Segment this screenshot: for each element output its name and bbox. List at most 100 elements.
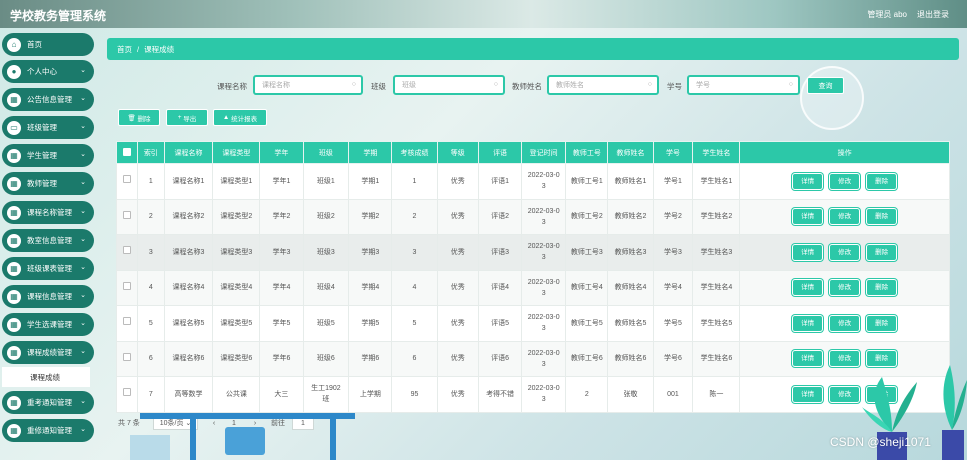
table-cell: 评语3 bbox=[477, 234, 523, 271]
sidebar-item-14[interactable]: ▦ 重修通知管理 ⌄ bbox=[2, 419, 94, 442]
sidebar-item-label: 课程名称管理 bbox=[27, 208, 72, 217]
sidebar-item-7[interactable]: ▦ 教室信息管理 ⌄ bbox=[2, 229, 94, 252]
sidebar-item-9[interactable]: ▦ 课程信息管理 ⌄ bbox=[2, 285, 94, 308]
export-button[interactable]: + 导出 bbox=[166, 109, 208, 126]
row-checkbox[interactable] bbox=[123, 175, 132, 184]
delete-button[interactable]: 删除 bbox=[866, 279, 898, 297]
sidebar-item-11[interactable]: ▦ 课程成绩管理 ⌄ bbox=[2, 341, 94, 364]
breadcrumb: 首页 / 课程成绩 bbox=[107, 38, 959, 60]
edit-button[interactable]: 修改 bbox=[829, 350, 861, 368]
sidebar-subitem-course-scores[interactable]: 课程成绩 bbox=[2, 367, 90, 387]
plant-illustration bbox=[942, 365, 967, 460]
sidebar-item-label: 班级课表管理 bbox=[27, 264, 72, 273]
sidebar-item-8[interactable]: ▦ 班级课表管理 ⌄ bbox=[2, 257, 94, 280]
edit-button[interactable]: 修改 bbox=[829, 243, 861, 261]
detail-button[interactable]: 详情 bbox=[792, 385, 824, 403]
grid-icon: ▦ bbox=[7, 261, 21, 276]
row-checkbox[interactable] bbox=[123, 388, 132, 397]
delete-button[interactable]: 删除 bbox=[866, 208, 898, 226]
row-checkbox[interactable] bbox=[123, 352, 132, 361]
grid-icon: ▦ bbox=[7, 289, 21, 304]
detail-button[interactable]: 详情 bbox=[792, 208, 824, 226]
row-actions: 详情修改删除 bbox=[739, 198, 950, 235]
breadcrumb-home[interactable]: 首页 bbox=[117, 44, 132, 55]
delete-button[interactable]: 删除 bbox=[866, 243, 898, 261]
stats-report-button[interactable]: ▲ 统计报表 bbox=[213, 109, 267, 126]
row-actions: 详情修改删除 bbox=[739, 234, 950, 271]
detail-button[interactable]: 详情 bbox=[792, 350, 824, 368]
batch-delete-button[interactable]: 🗑 删除 bbox=[118, 109, 160, 126]
sidebar-item-label: 课程成绩管理 bbox=[27, 348, 72, 357]
column-header: 操作 bbox=[739, 141, 950, 164]
button-label: 统计报表 bbox=[231, 115, 258, 123]
table-cell: 课程类型5 bbox=[212, 305, 261, 342]
edit-button[interactable]: 修改 bbox=[829, 208, 861, 226]
table-cell: 课程名称4 bbox=[163, 269, 214, 306]
detail-button[interactable]: 详情 bbox=[792, 172, 824, 190]
sidebar-item-6[interactable]: ▦ 课程名称管理 ⌄ bbox=[2, 201, 94, 224]
placeholder-text: 课程名称 bbox=[262, 82, 290, 89]
table-cell: 学生姓名3 bbox=[692, 234, 741, 271]
table-cell: 学号5 bbox=[652, 305, 694, 342]
search-input-student-id[interactable]: 学号 ○ bbox=[687, 75, 800, 95]
delete-button[interactable]: 删除 bbox=[866, 350, 898, 368]
search-button[interactable]: 查询 bbox=[807, 77, 844, 94]
search-label-teacher: 教师姓名 bbox=[512, 82, 542, 91]
sidebar-item-3[interactable]: ▭ 班级管理 ⌄ bbox=[2, 116, 94, 139]
edit-button[interactable]: 修改 bbox=[829, 314, 861, 332]
table-cell: 学生姓名5 bbox=[692, 305, 741, 342]
grid-icon: ▦ bbox=[7, 317, 21, 332]
row-checkbox[interactable] bbox=[123, 210, 132, 219]
table-cell: 班级1 bbox=[302, 163, 350, 200]
row-checkbox[interactable] bbox=[123, 246, 132, 255]
sidebar-item-label: 学生管理 bbox=[27, 151, 57, 160]
table-cell: 教师工号2 bbox=[565, 198, 609, 235]
search-input-teacher[interactable]: 教师姓名 ○ bbox=[547, 75, 659, 95]
edit-button[interactable]: 修改 bbox=[829, 385, 861, 403]
table-cell: 学年1 bbox=[259, 163, 304, 200]
edit-button[interactable]: 修改 bbox=[829, 279, 861, 297]
sidebar-item-13[interactable]: ▦ 重考通知管理 ⌄ bbox=[2, 391, 94, 414]
search-input-class[interactable]: 班级 ○ bbox=[393, 75, 505, 95]
table-cell: 学期4 bbox=[348, 269, 393, 306]
row-actions: 详情修改删除 bbox=[739, 305, 950, 342]
logout-link[interactable]: 退出登录 bbox=[917, 9, 949, 20]
detail-button[interactable]: 详情 bbox=[792, 314, 824, 332]
clear-icon: ○ bbox=[647, 81, 652, 88]
table-cell: 优秀 bbox=[436, 305, 479, 342]
sidebar-item-5[interactable]: ▦ 教师管理 ⌄ bbox=[2, 172, 94, 195]
table-cell: 学生姓名2 bbox=[692, 198, 741, 235]
detail-button[interactable]: 详情 bbox=[792, 279, 824, 297]
sidebar-item-2[interactable]: ▦ 公告信息管理 ⌄ bbox=[2, 88, 94, 111]
sidebar-item-label: 重考通知管理 bbox=[27, 398, 72, 407]
table-cell: 学号6 bbox=[652, 340, 694, 377]
sidebar-item-10[interactable]: ▦ 学生选课管理 ⌄ bbox=[2, 313, 94, 336]
table-cell: 评语6 bbox=[477, 340, 523, 377]
detail-button[interactable]: 详情 bbox=[792, 243, 824, 261]
table-cell: 教师工号1 bbox=[565, 163, 609, 200]
column-header: 课程名称 bbox=[163, 141, 214, 164]
grid-icon: ▦ bbox=[7, 345, 21, 360]
column-header: 教师姓名 bbox=[607, 141, 654, 164]
sidebar-item-label: 学生选课管理 bbox=[27, 320, 72, 329]
row-checkbox[interactable] bbox=[123, 317, 132, 326]
edit-button[interactable]: 修改 bbox=[829, 172, 861, 190]
table-cell: 学年5 bbox=[259, 305, 304, 342]
select-all-checkbox[interactable] bbox=[123, 147, 132, 156]
column-header: 学号 bbox=[652, 141, 694, 164]
chevron-down-icon: ⌄ bbox=[80, 264, 86, 271]
table-cell: 课程名称1 bbox=[163, 163, 214, 200]
table-cell: 陈一 bbox=[692, 376, 741, 413]
row-checkbox[interactable] bbox=[123, 281, 132, 290]
sidebar-item-0[interactable]: ⌂ 首页 bbox=[2, 33, 94, 56]
table-cell: 2022-03-0 3 bbox=[521, 234, 567, 271]
table-cell: 优秀 bbox=[436, 198, 479, 235]
table-cell: 2022-03-0 3 bbox=[521, 163, 567, 200]
delete-button[interactable]: 删除 bbox=[866, 314, 898, 332]
sidebar-item-4[interactable]: ▦ 学生管理 ⌄ bbox=[2, 144, 94, 167]
sidebar-item-1[interactable]: ● 个人中心 ⌄ bbox=[2, 60, 94, 83]
row-checkbox-cell bbox=[115, 234, 139, 271]
app-title: 学校教务管理系统 bbox=[10, 9, 107, 23]
search-input-course[interactable]: 课程名称 ○ bbox=[253, 75, 363, 95]
delete-button[interactable]: 删除 bbox=[866, 172, 898, 190]
